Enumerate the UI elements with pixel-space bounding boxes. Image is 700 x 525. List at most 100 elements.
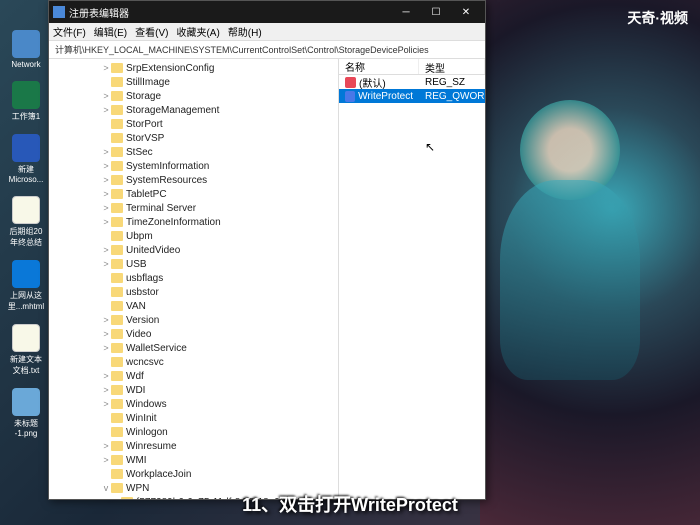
close-button[interactable]: ✕ [451, 1, 481, 23]
tree-node[interactable]: >SrpExtensionConfig [49, 61, 338, 75]
icon-image [12, 81, 40, 109]
tree-node[interactable]: Winlogon [49, 425, 338, 439]
tree-node[interactable]: wcncsvc [49, 355, 338, 369]
tree-label: Version [126, 315, 159, 326]
folder-icon [111, 273, 123, 283]
tree-node[interactable]: > Version [49, 313, 338, 327]
expand-icon[interactable]: > [101, 441, 111, 451]
tree-node[interactable]: >USB [49, 257, 338, 271]
tree-node[interactable]: >StorageManagement [49, 103, 338, 117]
desktop-icon[interactable]: 工作簿1 [4, 81, 48, 122]
registry-value-row[interactable]: (默认)REG_SZ [339, 75, 485, 89]
tree-node[interactable]: > Terminal Server [49, 201, 338, 215]
tree-node[interactable]: > SystemInformation [49, 159, 338, 173]
icon-label: 新建文本文档.txt [10, 354, 42, 376]
expand-icon[interactable]: > [101, 385, 111, 395]
tree-node[interactable]: > StSec [49, 145, 338, 159]
tree-label: WorkplaceJoin [126, 469, 191, 480]
menu-item[interactable]: 编辑(E) [94, 24, 127, 39]
folder-icon [111, 133, 123, 143]
expand-icon[interactable]: > [101, 91, 111, 101]
expand-icon[interactable]: v [101, 483, 111, 493]
tree-node[interactable]: Ubpm [49, 229, 338, 243]
tree-node[interactable]: WorkplaceJoin [49, 467, 338, 481]
desktop-icon[interactable]: Network [4, 30, 48, 69]
expand-icon[interactable]: > [101, 189, 111, 199]
tree-pane[interactable]: >SrpExtensionConfigStillImage>Storage>St… [49, 59, 339, 499]
expand-icon[interactable]: > [101, 399, 111, 409]
desktop-icon[interactable]: 新建文本文档.txt [4, 324, 48, 376]
tree-label: StorPort [126, 119, 163, 130]
expand-icon[interactable]: > [101, 329, 111, 339]
tree-node[interactable]: >Windows [49, 397, 338, 411]
expand-icon[interactable]: > [101, 105, 111, 115]
tree-node[interactable]: >TabletPC [49, 187, 338, 201]
tree-node[interactable]: >Storage [49, 89, 338, 103]
tree-node[interactable]: >WalletService [49, 341, 338, 355]
tree-node[interactable]: usbstor [49, 285, 338, 299]
folder-icon [111, 189, 123, 199]
tree-node[interactable]: StorPort [49, 117, 338, 131]
expand-icon[interactable]: > [101, 371, 111, 381]
expand-icon[interactable]: > [101, 203, 111, 213]
tree-node[interactable]: >SystemResources [49, 173, 338, 187]
expand-icon[interactable]: > [101, 455, 111, 465]
icon-image [12, 324, 40, 352]
tree-node[interactable]: StillImage [49, 75, 338, 89]
value-name: (默认) [359, 75, 386, 90]
header-type[interactable]: 类型 [419, 59, 485, 74]
value-type-icon [345, 77, 356, 88]
tree-label: Terminal Server [126, 203, 196, 214]
expand-icon[interactable]: > [101, 315, 111, 325]
window-titlebar[interactable]: 注册表编辑器 ─ ☐ ✕ [49, 1, 485, 23]
expand-icon[interactable]: > [101, 343, 111, 353]
menu-item[interactable]: 收藏夹(A) [176, 24, 219, 39]
tree-node[interactable]: >Video [49, 327, 338, 341]
tree-node[interactable]: >UnitedVideo [49, 243, 338, 257]
video-watermark: 天奇·视频 [627, 8, 688, 28]
folder-icon [111, 343, 123, 353]
desktop-icon[interactable]: 未标题-1.png [4, 388, 48, 438]
menu-bar: 文件(F) 编辑(E) 查看(V) 收藏夹(A) 帮助(H) [49, 23, 485, 41]
value-name: WriteProtect [358, 91, 413, 102]
desktop-icons-column: Network 工作簿1 新建Microso... 后期组20年终总结上网从这里...… [4, 30, 52, 438]
icon-label: 后期组20年终总结 [10, 226, 43, 248]
folder-icon [111, 371, 123, 381]
registry-value-row[interactable]: WriteProtectREG_QWORD [339, 89, 485, 103]
expand-icon[interactable]: > [101, 175, 111, 185]
tree-node[interactable]: >Winresume [49, 439, 338, 453]
registry-editor-window: 注册表编辑器 ─ ☐ ✕ 文件(F)编辑(E)查看(V)收藏夹(A)帮助(H) … [48, 0, 486, 500]
maximize-button[interactable]: ☐ [421, 1, 451, 23]
menu-item[interactable]: 查看(V) [135, 24, 168, 39]
expand-icon[interactable]: > [101, 217, 111, 227]
tree-node[interactable]: >WMI [49, 453, 338, 467]
folder-icon [111, 413, 123, 423]
expand-icon[interactable]: > [101, 259, 111, 269]
expand-icon[interactable]: > [101, 245, 111, 255]
tree-node[interactable]: WinInit [49, 411, 338, 425]
tree-label: SystemInformation [126, 161, 209, 172]
expand-icon[interactable]: > [101, 63, 111, 73]
tree-label: WDI [126, 385, 145, 396]
desktop-icon[interactable]: 后期组20年终总结 [4, 196, 48, 248]
tree-node[interactable]: >Wdf [49, 369, 338, 383]
values-pane[interactable]: 名称 类型 (默认)REG_SZWriteProtectREG_QWORD [339, 59, 485, 499]
folder-icon [111, 245, 123, 255]
tree-node[interactable]: StorVSP [49, 131, 338, 145]
expand-icon[interactable]: > [101, 147, 111, 157]
menu-item[interactable]: 文件(F) [53, 24, 86, 39]
icon-image [12, 260, 40, 288]
desktop-icon[interactable]: 上网从这里...mhtml [4, 260, 48, 312]
minimize-button[interactable]: ─ [391, 1, 421, 23]
address-bar[interactable]: 计算机\HKEY_LOCAL_MACHINE\SYSTEM\CurrentCon… [49, 41, 485, 59]
expand-icon[interactable]: > [101, 161, 111, 171]
tree-node[interactable]: usbflags [49, 271, 338, 285]
tree-node[interactable]: >TimeZoneInformation [49, 215, 338, 229]
header-name[interactable]: 名称 [339, 59, 419, 74]
tree-label: StSec [126, 147, 153, 158]
desktop-icon[interactable]: 新建Microso... [4, 134, 48, 184]
menu-item[interactable]: 帮助(H) [228, 24, 262, 39]
tree-node[interactable]: > WDI [49, 383, 338, 397]
tree-node[interactable]: VAN [49, 299, 338, 313]
tree-label: usbstor [126, 287, 159, 298]
